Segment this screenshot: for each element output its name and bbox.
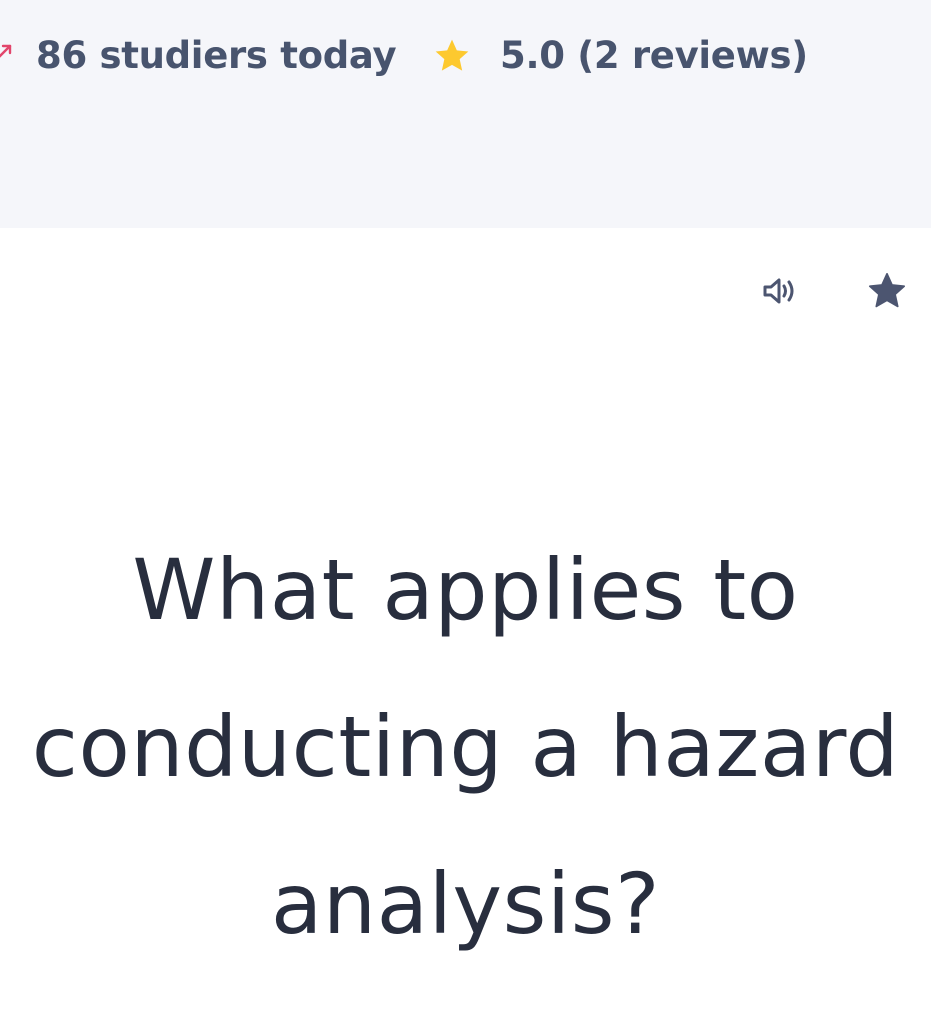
study-stats-bar: 86 studiers today 5.0 (2 reviews) bbox=[0, 0, 931, 228]
rating-star-icon bbox=[435, 39, 469, 71]
flashcard-question: What applies to conducting a hazard anal… bbox=[31, 541, 900, 953]
favorite-button[interactable] bbox=[864, 268, 910, 314]
speaker-icon bbox=[763, 278, 794, 304]
rating-summary[interactable]: 5.0 (2 reviews) bbox=[500, 34, 808, 77]
star-icon bbox=[868, 272, 906, 308]
studiers-count: 86 studiers today bbox=[36, 34, 397, 77]
trend-up-arrow-icon bbox=[0, 44, 12, 58]
play-audio-button[interactable] bbox=[758, 270, 800, 312]
